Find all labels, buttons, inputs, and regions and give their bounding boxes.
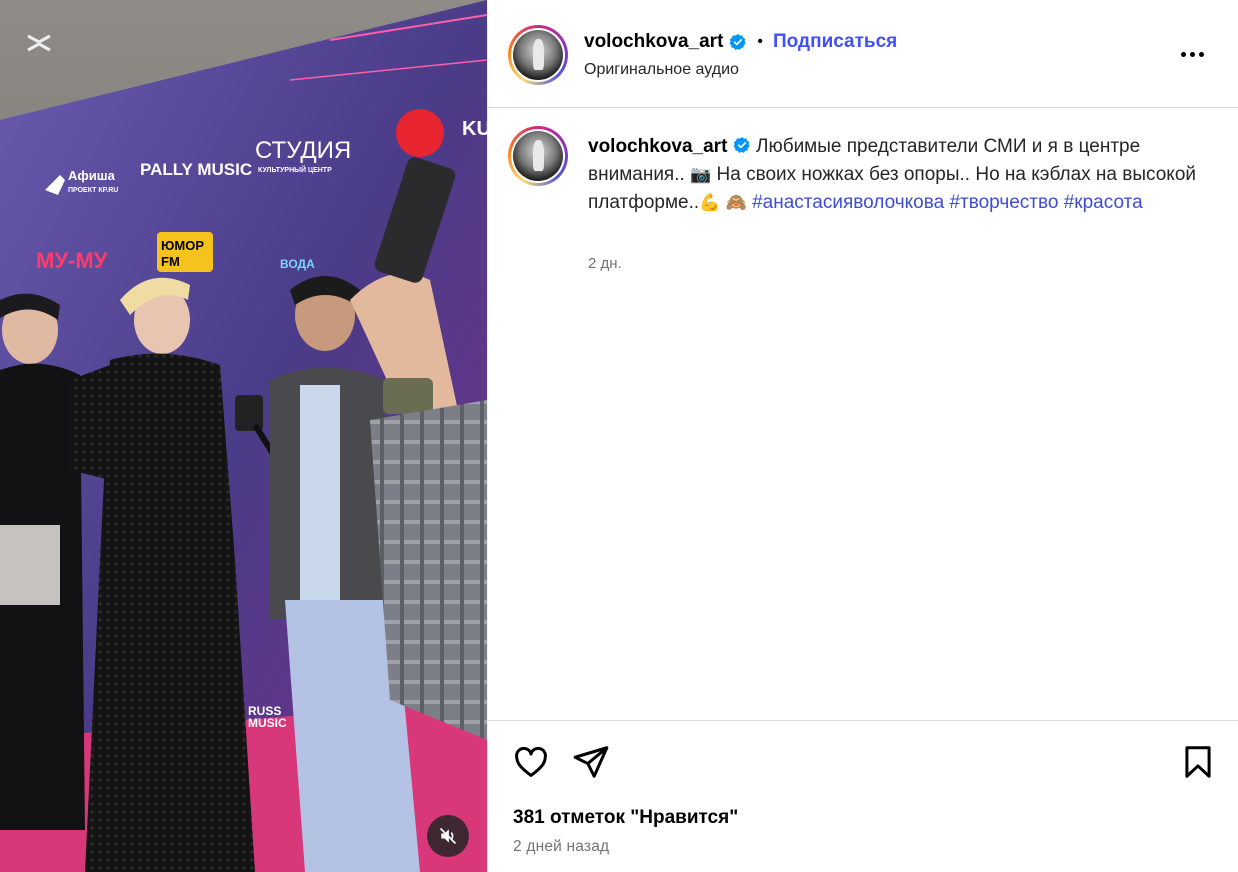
caption-username[interactable]: volochkova_art <box>588 136 727 157</box>
flexed-biceps-emoji: 💪 <box>699 193 721 213</box>
share-paper-plane-icon[interactable] <box>572 743 610 781</box>
hashtag-link[interactable]: #анастасияволочкова <box>752 192 944 213</box>
more-dot-icon <box>1190 51 1195 57</box>
post-caption: volochkova_art Любимые представители СМИ… <box>588 133 1208 218</box>
more-dot-icon <box>1181 51 1186 57</box>
author-username[interactable]: volochkova_art <box>584 31 723 53</box>
separator-dot: • <box>757 33 764 50</box>
original-audio-link[interactable]: Оригинальное аудио <box>584 61 739 79</box>
caption-author-avatar[interactable] <box>508 126 568 186</box>
svg-text:PALLY MUSIC: PALLY MUSIC <box>140 160 252 179</box>
svg-text:Афиша: Афиша <box>68 168 116 183</box>
hashtag-link[interactable]: #творчество <box>949 192 1058 213</box>
verified-badge-icon <box>729 34 747 50</box>
follow-button[interactable]: Подписаться <box>773 31 897 53</box>
author-line: volochkova_art • Подписаться <box>584 31 897 53</box>
svg-text:ПРОЕКТ КР.RU: ПРОЕКТ КР.RU <box>68 187 118 194</box>
verified-badge-icon <box>733 137 750 153</box>
svg-text:КУЛЬТУРНЫЙ ЦЕНТР: КУЛЬТУРНЫЙ ЦЕНТР <box>258 165 332 174</box>
post-header: volochkova_art • Подписаться Оригинально… <box>488 0 1238 108</box>
post-date[interactable]: 2 дней назад <box>513 838 609 856</box>
video-frame: Афиша ПРОЕКТ КР.RU PALLY MUSIC СТУДИЯ КУ… <box>0 0 487 872</box>
camera-emoji: 📷 <box>690 164 712 185</box>
mute-toggle-button[interactable] <box>427 815 469 857</box>
see-no-evil-monkey-emoji: 🙈 <box>725 193 747 213</box>
more-dot-icon <box>1199 51 1204 57</box>
svg-text:ЮМОР: ЮМОР <box>161 238 204 253</box>
like-heart-icon[interactable] <box>512 743 550 781</box>
author-avatar[interactable] <box>508 25 568 85</box>
more-options-button[interactable] <box>1181 44 1209 64</box>
svg-text:KU: KU <box>462 118 487 140</box>
svg-text:FM: FM <box>161 254 180 269</box>
svg-text:ВОДА: ВОДА <box>280 257 315 271</box>
hashtag-link[interactable]: #красота <box>1064 192 1143 213</box>
save-bookmark-icon[interactable] <box>1179 743 1217 781</box>
svg-text:МУ-МУ: МУ-МУ <box>36 248 108 273</box>
post-actions: 381 отметок "Нравится" 2 дней назад <box>488 720 1238 872</box>
caption-timestamp[interactable]: 2 дн. <box>588 255 622 272</box>
post-details-panel: volochkova_art • Подписаться Оригинально… <box>487 0 1238 872</box>
svg-text:СТУДИЯ: СТУДИЯ <box>255 137 351 164</box>
capcut-watermark-icon <box>27 34 51 52</box>
post-media[interactable]: Афиша ПРОЕКТ КР.RU PALLY MUSIC СТУДИЯ КУ… <box>0 0 487 872</box>
svg-text:MUSIC: MUSIC <box>248 716 287 730</box>
speaker-muted-icon <box>439 827 457 845</box>
likes-count[interactable]: 381 отметок "Нравится" <box>513 807 738 829</box>
